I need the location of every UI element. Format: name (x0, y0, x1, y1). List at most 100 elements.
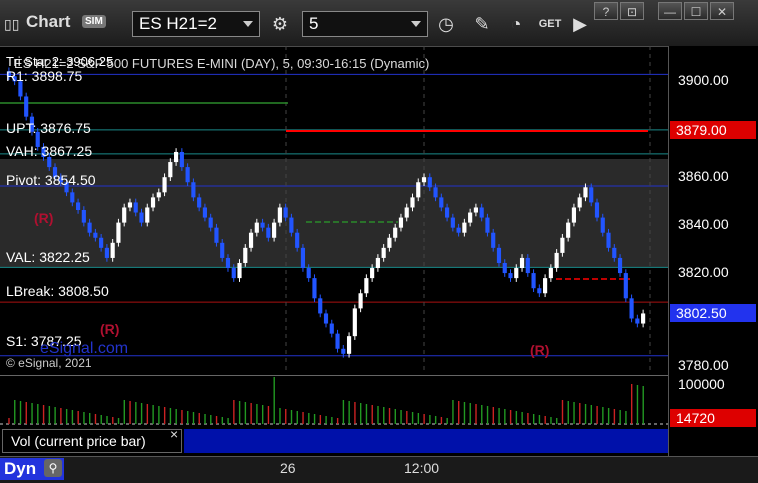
volume-bar (538, 415, 541, 424)
candle-body (444, 207, 450, 218)
r-marker: (R) (34, 210, 54, 226)
candle-body (70, 192, 75, 203)
volume-bar (112, 417, 114, 424)
volume-bar (54, 407, 56, 424)
volume-bar (406, 411, 408, 424)
candle-body (283, 207, 288, 218)
volume-bar (458, 401, 460, 424)
volume-bar (19, 401, 22, 424)
volume-label[interactable]: Vol (current price bar) (2, 429, 182, 453)
volume-bar (290, 410, 293, 424)
candle-body (197, 197, 202, 208)
volume-bar (140, 403, 143, 424)
value-area-band (0, 159, 668, 267)
candle-body (220, 242, 225, 258)
close-icon[interactable]: × (170, 426, 178, 442)
volume-bar (336, 418, 339, 424)
close-button[interactable]: ✕ (710, 2, 734, 20)
volume-bar (584, 404, 587, 424)
volume-bar (285, 409, 287, 424)
clock-icon[interactable]: ◷ (434, 12, 458, 36)
volume-bar (158, 406, 160, 424)
candle-body (462, 222, 467, 233)
interval-combo[interactable]: 5 (302, 11, 428, 37)
volume-bar (273, 377, 275, 424)
candle-body (410, 197, 415, 208)
volume-bar (244, 402, 247, 424)
volume-bar (83, 412, 85, 424)
window-title: Chart (26, 12, 71, 31)
volume-bar (469, 403, 471, 424)
candle-body (566, 222, 571, 238)
volume-label-text: Vol (current price bar) (11, 433, 146, 449)
lock-icon[interactable]: ⚲ (44, 459, 62, 477)
candle-body (364, 278, 369, 294)
copyright: © eSignal, 2021 (6, 356, 92, 370)
level-label-lbreak: LBreak: 3808.50 (6, 283, 109, 299)
settings-gear-icon[interactable]: ⚙ (268, 12, 292, 36)
get-icon[interactable]: GET (536, 12, 564, 36)
candle-body (577, 197, 582, 208)
volume-bar (313, 414, 316, 424)
minimize-button[interactable]: — (658, 2, 682, 20)
chevron-down-icon (243, 21, 253, 27)
sim-badge: SIM (82, 15, 106, 28)
candle-body (24, 96, 29, 117)
volume-bar (135, 402, 137, 424)
price-axis[interactable] (668, 46, 758, 456)
volume-bar (77, 411, 79, 424)
volume-study-bar (184, 429, 668, 453)
price-tick: 3900.00 (678, 72, 729, 88)
volume-bar (256, 404, 258, 424)
volume-bar (481, 405, 483, 424)
candle-body (514, 268, 519, 279)
volume-bar (365, 404, 368, 424)
candle-body (571, 207, 577, 223)
candle-body (323, 313, 329, 324)
play-icon[interactable]: ▶ (568, 12, 592, 36)
interval-value: 5 (309, 14, 319, 33)
volume-bar (123, 400, 125, 424)
candle-body (393, 227, 398, 238)
toolbar: ▯▯ Chart SIM ES H21=2 ⚙ 5 ◷ ✎ ◔ GET ▶ ? … (0, 0, 758, 47)
help-button[interactable]: ? (594, 2, 618, 20)
volume-bar (498, 408, 500, 424)
candle-body (589, 187, 594, 203)
candle-body (295, 232, 300, 248)
volume-bar (371, 405, 373, 424)
candle-body (537, 288, 542, 294)
volume-tick: 100000 (678, 376, 725, 392)
candle-body (75, 202, 81, 210)
candle-body (122, 207, 127, 223)
symbol-combo[interactable]: ES H21=2 (132, 11, 260, 37)
volume-bar (42, 405, 45, 424)
r-marker: (R) (530, 342, 550, 358)
candle-body (208, 217, 213, 228)
candle-body (358, 293, 363, 309)
volume-bar (429, 415, 431, 424)
time-axis[interactable] (0, 456, 758, 483)
candle-body (583, 187, 588, 198)
candle-body (473, 207, 478, 213)
candle-body (139, 212, 144, 223)
candle-body (485, 217, 490, 233)
volume-pane[interactable] (0, 375, 668, 428)
candle-body (300, 247, 306, 269)
candle-body (352, 308, 357, 337)
candle-body (93, 232, 98, 238)
study-icon[interactable]: ◔ (504, 12, 528, 36)
candle-body (491, 232, 496, 248)
volume-bar (532, 414, 535, 424)
candle-body (635, 318, 640, 324)
volume-bar (573, 402, 575, 424)
candle-body (433, 187, 438, 198)
restore-button[interactable]: ⊡ (620, 2, 644, 20)
pencil-icon[interactable]: ✎ (470, 12, 494, 36)
candle-body (456, 227, 461, 233)
candle-body (479, 207, 484, 218)
candle-body (560, 237, 565, 253)
volume-bar (550, 417, 552, 424)
volume-bar (590, 405, 593, 424)
maximize-button[interactable]: ☐ (684, 2, 708, 20)
candle-body (612, 247, 617, 258)
